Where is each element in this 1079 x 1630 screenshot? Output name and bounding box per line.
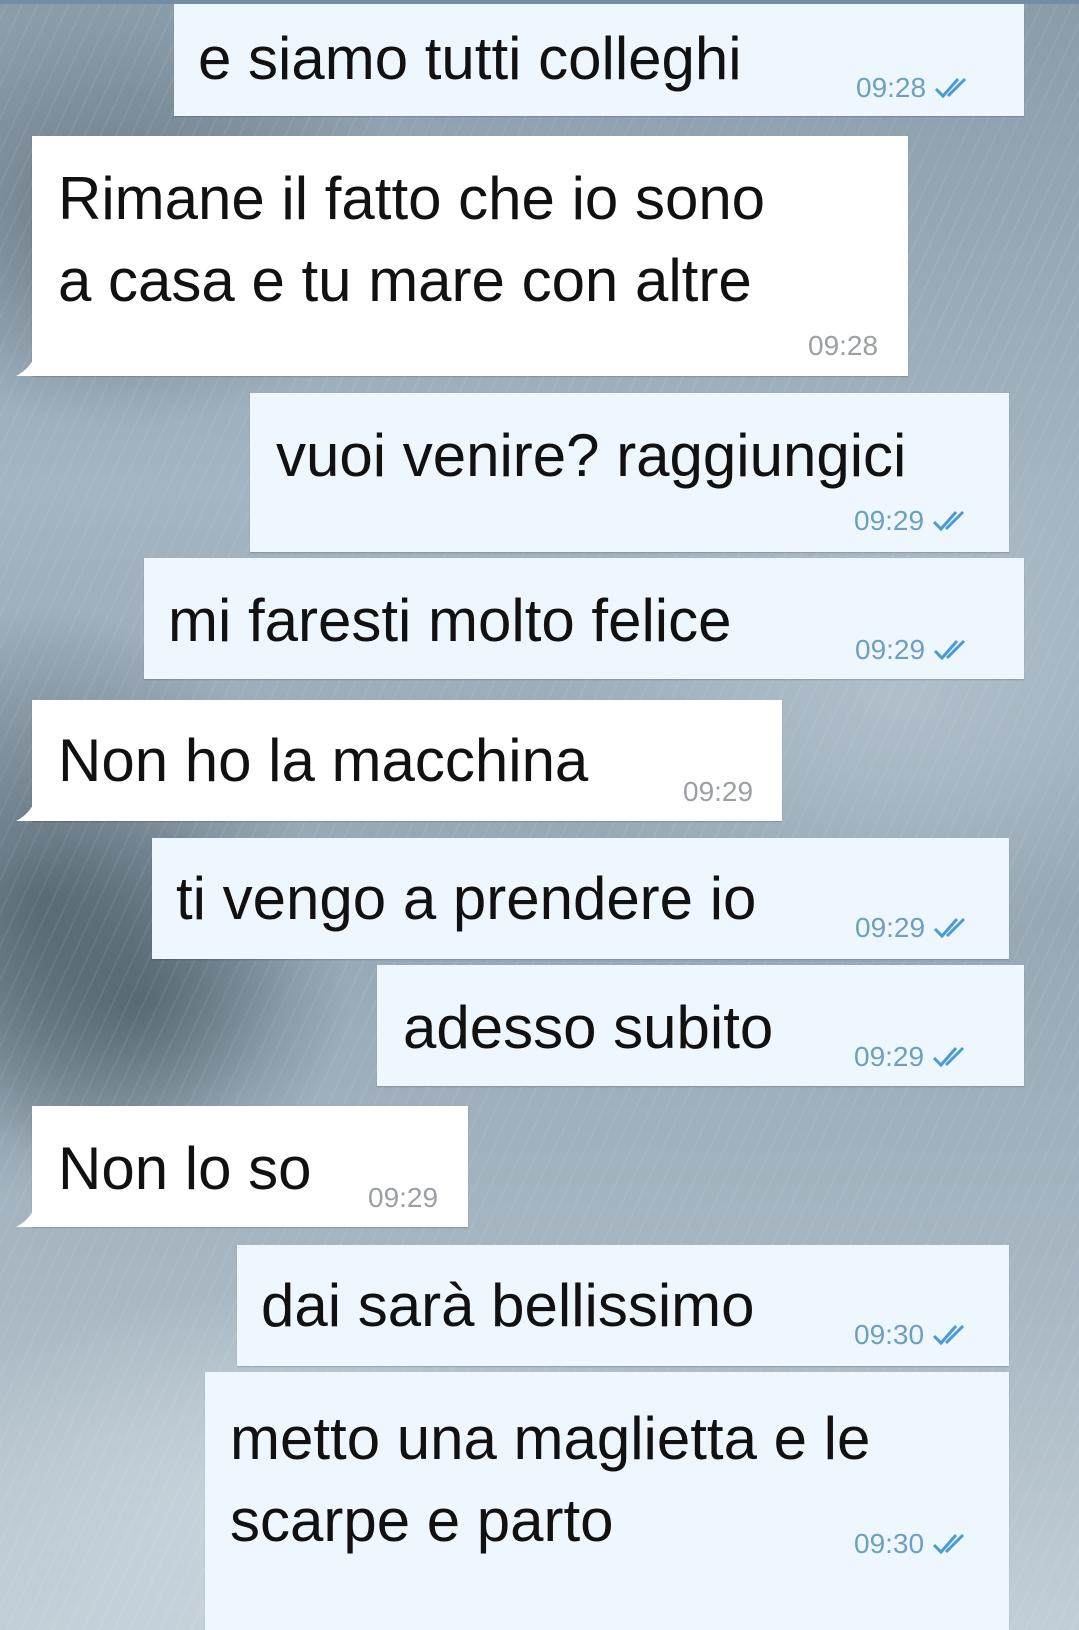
message-time: 09:29 — [368, 1182, 439, 1213]
message-time: 09:30 — [854, 1528, 925, 1559]
double-check-icon — [934, 639, 966, 661]
message-bubble-outgoing[interactable]: vuoi venire? raggiungici 09:29 — [250, 393, 1009, 552]
bubble-tail — [16, 1209, 34, 1227]
message-bubble-outgoing[interactable]: dai sarà bellissimo 09:30 — [237, 1245, 1009, 1366]
message-text: dai sarà bellissimo — [261, 1272, 755, 1339]
double-check-icon — [933, 510, 965, 532]
message-time: 09:29 — [683, 776, 754, 807]
message-text: mi faresti molto felice — [168, 587, 732, 654]
message-time: 09:29 — [855, 634, 926, 665]
message-text: Non ho la macchina — [58, 727, 589, 794]
message-text: ti vengo a prendere io — [176, 865, 757, 932]
message-time: 09:28 — [856, 72, 927, 103]
message-time: 09:29 — [854, 1041, 925, 1072]
message-bubble-incoming[interactable]: Rimane il fatto che io sono a casa e tu … — [32, 136, 908, 376]
message-time: 09:29 — [855, 912, 926, 943]
bubble-tail — [16, 358, 34, 376]
double-check-icon — [933, 1324, 965, 1346]
double-check-icon — [933, 1533, 965, 1555]
message-bubble-incoming[interactable]: Non ho la macchina 09:29 — [32, 700, 782, 821]
message-text: Non lo so — [58, 1135, 312, 1202]
message-bubble-outgoing[interactable]: e siamo tutti colleghi 09:28 — [174, 4, 1024, 116]
bubble-tail — [16, 803, 34, 821]
message-text: Rimane il fatto che io sono a casa e tu … — [58, 165, 766, 314]
message-time: 09:28 — [808, 330, 879, 361]
message-bubble-outgoing[interactable]: adesso subito 09:29 — [377, 965, 1024, 1086]
double-check-icon — [933, 1046, 965, 1068]
double-check-icon — [934, 917, 966, 939]
message-text: e siamo tutti colleghi — [198, 25, 742, 92]
message-time: 09:30 — [854, 1319, 925, 1350]
message-text: adesso subito — [403, 994, 774, 1061]
message-text: vuoi venire? raggiungici — [276, 422, 907, 489]
message-bubble-outgoing[interactable]: ti vengo a prendere io 09:29 — [152, 838, 1009, 959]
double-check-icon — [935, 77, 967, 99]
message-text: metto una maglietta e le scarpe e parto — [230, 1405, 871, 1554]
message-time: 09:29 — [854, 505, 925, 536]
message-bubble-outgoing[interactable]: mi faresti molto felice 09:29 — [144, 558, 1024, 679]
message-bubble-outgoing[interactable]: metto una maglietta e le scarpe e parto … — [205, 1372, 1009, 1630]
message-bubble-incoming[interactable]: Non lo so 09:29 — [32, 1106, 468, 1227]
